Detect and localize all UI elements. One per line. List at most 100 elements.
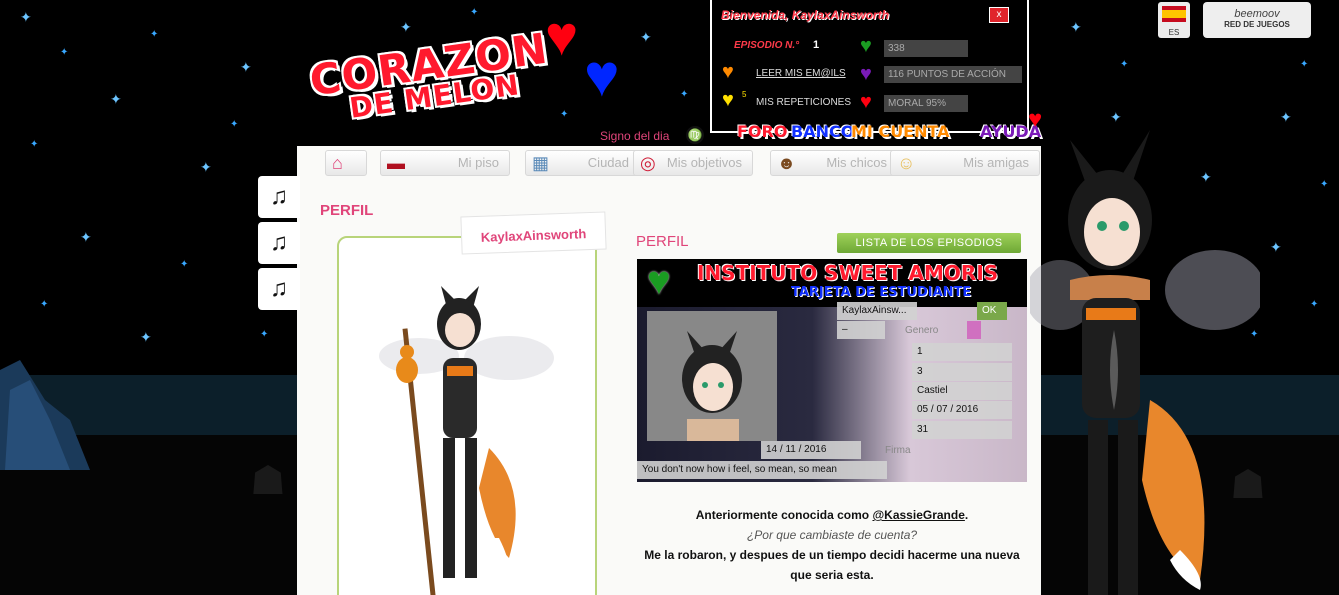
episode-label: EPISODIO N.° bbox=[734, 40, 800, 51]
star-icon: ✦ bbox=[1120, 59, 1129, 70]
music-button-2[interactable]: ♫ bbox=[258, 222, 300, 264]
card-title: INSTITUTO SWEET AMORIS bbox=[697, 261, 999, 285]
decorative-character-right bbox=[1030, 130, 1260, 595]
banco-link[interactable]: BANCO bbox=[791, 122, 854, 141]
green-heart-icon: ♥ bbox=[860, 35, 872, 57]
star-icon: ✦ bbox=[230, 119, 239, 130]
star-icon: ✦ bbox=[680, 89, 689, 100]
episodes-list-button[interactable]: LISTA DE LOS EPISODIOS bbox=[837, 233, 1021, 253]
blue-heart-icon: ♥ bbox=[584, 42, 620, 109]
mi-cuenta-link[interactable]: MI CUENTA bbox=[851, 122, 950, 141]
music-note-icon: ♫ bbox=[270, 183, 288, 210]
description-text: . bbox=[964, 508, 969, 522]
moral-stat: MORAL 95% bbox=[884, 95, 968, 112]
player-info-box: Bienvenida, KaylaxAinsworth x EPISODIO N… bbox=[710, 0, 1029, 133]
music-note-icon: ♫ bbox=[270, 229, 288, 256]
female-gender-icon bbox=[967, 321, 981, 339]
star-icon: ✦ bbox=[20, 9, 32, 25]
orange-heart-icon: ♥ bbox=[722, 61, 734, 83]
girl-avatar-icon: ☺ bbox=[897, 153, 916, 173]
star-icon: ✦ bbox=[1300, 59, 1309, 70]
tab-mi-piso[interactable]: ▬ Mi piso bbox=[380, 150, 510, 176]
green-heart-icon: ♥ bbox=[647, 259, 671, 303]
beemoov-network-button[interactable]: beemoov RED DE JUEGOS bbox=[1203, 2, 1311, 38]
card-quote: You don't now how i feel, so mean, so me… bbox=[637, 461, 887, 479]
username-tag: KaylaxAinsworth bbox=[460, 211, 607, 255]
beemoov-subtitle: RED DE JUEGOS bbox=[1224, 20, 1290, 29]
star-icon: ✦ bbox=[1320, 179, 1329, 190]
profile-heading: PERFIL bbox=[320, 202, 374, 219]
language-code: ES bbox=[1168, 28, 1180, 37]
student-card: ♥ INSTITUTO SWEET AMORIS TARJETA DE ESTU… bbox=[637, 259, 1027, 482]
star-icon: ✦ bbox=[60, 47, 69, 58]
student-card-header: ♥ INSTITUTO SWEET AMORIS TARJETA DE ESTU… bbox=[637, 259, 1027, 307]
read-emails-link[interactable]: LEER MIS EM@ILS bbox=[756, 68, 846, 79]
student-photo bbox=[647, 311, 777, 441]
description-line-4: que seria esta. bbox=[790, 568, 874, 582]
purple-heart-icon: ♥ bbox=[860, 63, 872, 85]
tab-home[interactable]: ⌂ bbox=[325, 150, 367, 176]
star-icon: ✦ bbox=[200, 159, 212, 175]
tab-label: Mis objetivos bbox=[666, 155, 742, 170]
card-field-1: 1 bbox=[912, 343, 1012, 361]
star-icon: ✦ bbox=[180, 259, 189, 270]
welcome-text: Bienvenida, KaylaxAinsworth bbox=[721, 8, 890, 22]
card-date-1: 05 / 07 / 2016 bbox=[912, 401, 1012, 419]
card-favorite-boy: Castiel bbox=[912, 382, 1012, 400]
foro-link[interactable]: FORO bbox=[737, 122, 787, 141]
my-replays-link[interactable]: MIS REPETICIONES bbox=[756, 97, 851, 108]
language-selector[interactable]: ES bbox=[1158, 2, 1190, 38]
target-icon: ◎ bbox=[640, 153, 656, 173]
music-button-1[interactable]: ♫ bbox=[258, 176, 300, 218]
star-icon: ✦ bbox=[1070, 19, 1082, 35]
tab-mis-chicos[interactable]: ☻ Mis chicos bbox=[770, 150, 898, 176]
star-icon: ✦ bbox=[640, 29, 652, 45]
profile-subheading: PERFIL bbox=[636, 233, 689, 250]
tab-label: Mis amigas bbox=[963, 155, 1029, 170]
corazon-de-melon-logo[interactable]: CORAZON DE MELON bbox=[305, 12, 551, 125]
yellow-heart-icon: ♥ bbox=[722, 89, 734, 111]
tab-mis-objetivos[interactable]: ◎ Mis objetivos bbox=[633, 150, 753, 176]
star-icon: ✦ bbox=[260, 329, 269, 340]
dollars-stat: 338 bbox=[884, 40, 968, 57]
episode-number: 1 bbox=[813, 39, 820, 51]
spain-flag-icon bbox=[1162, 6, 1186, 22]
description-line-3: Me la robaron, y despues de un tiempo de… bbox=[644, 548, 1020, 562]
card-ok-badge: OK bbox=[977, 302, 1007, 320]
card-gender-label: Genero bbox=[905, 325, 939, 336]
card-subtitle: TARJETA DE ESTUDIANTE bbox=[791, 285, 972, 300]
card-username: KaylaxAinsw... bbox=[837, 302, 917, 320]
red-heart-icon: ♥ bbox=[545, 4, 579, 67]
tab-mis-amigas[interactable]: ☺ Mis amigas bbox=[890, 150, 1040, 176]
description-text: Anteriormente conocida como bbox=[695, 508, 873, 522]
tab-label: Mi piso bbox=[457, 155, 499, 170]
signo-del-dia-label: Signo del dia bbox=[600, 129, 670, 143]
star-icon: ✦ bbox=[30, 139, 39, 150]
student-card-body: KaylaxAinsw... OK – Genero 1 3 Castiel 0… bbox=[637, 302, 1027, 482]
music-note-icon: ♫ bbox=[270, 275, 288, 302]
star-icon: ✦ bbox=[1310, 299, 1319, 310]
tab-ciudad[interactable]: ▦ Ciudad bbox=[525, 150, 640, 176]
star-icon: ✦ bbox=[240, 59, 252, 75]
card-dash-field: – bbox=[837, 321, 885, 339]
avatar-frame bbox=[337, 236, 597, 595]
boy-avatar-icon: ☻ bbox=[777, 153, 796, 173]
card-number-31: 31 bbox=[912, 421, 1012, 439]
beemoov-logo: beemoov bbox=[1234, 8, 1280, 20]
star-icon: ✦ bbox=[1280, 109, 1292, 125]
card-firma-label: Firma bbox=[885, 445, 911, 456]
music-button-3[interactable]: ♫ bbox=[258, 268, 300, 310]
sofa-icon: ▬ bbox=[387, 153, 405, 173]
card-field-3: 3 bbox=[912, 363, 1012, 381]
star-icon: ✦ bbox=[1270, 239, 1282, 255]
mention-link[interactable]: @KassieGrande bbox=[872, 508, 964, 522]
close-button[interactable]: x bbox=[989, 7, 1009, 23]
tab-label: Ciudad bbox=[587, 155, 629, 170]
avatar-illustration bbox=[379, 286, 554, 595]
card-date-2: 14 / 11 / 2016 bbox=[761, 441, 861, 459]
action-points-stat: 116 PUNTOS DE ACCIÓN bbox=[884, 66, 1022, 83]
star-icon: ✦ bbox=[110, 91, 122, 107]
star-icon: ✦ bbox=[560, 109, 569, 120]
zodiac-virgo-icon[interactable]: ♍ bbox=[686, 126, 704, 144]
star-icon: ✦ bbox=[40, 299, 49, 310]
